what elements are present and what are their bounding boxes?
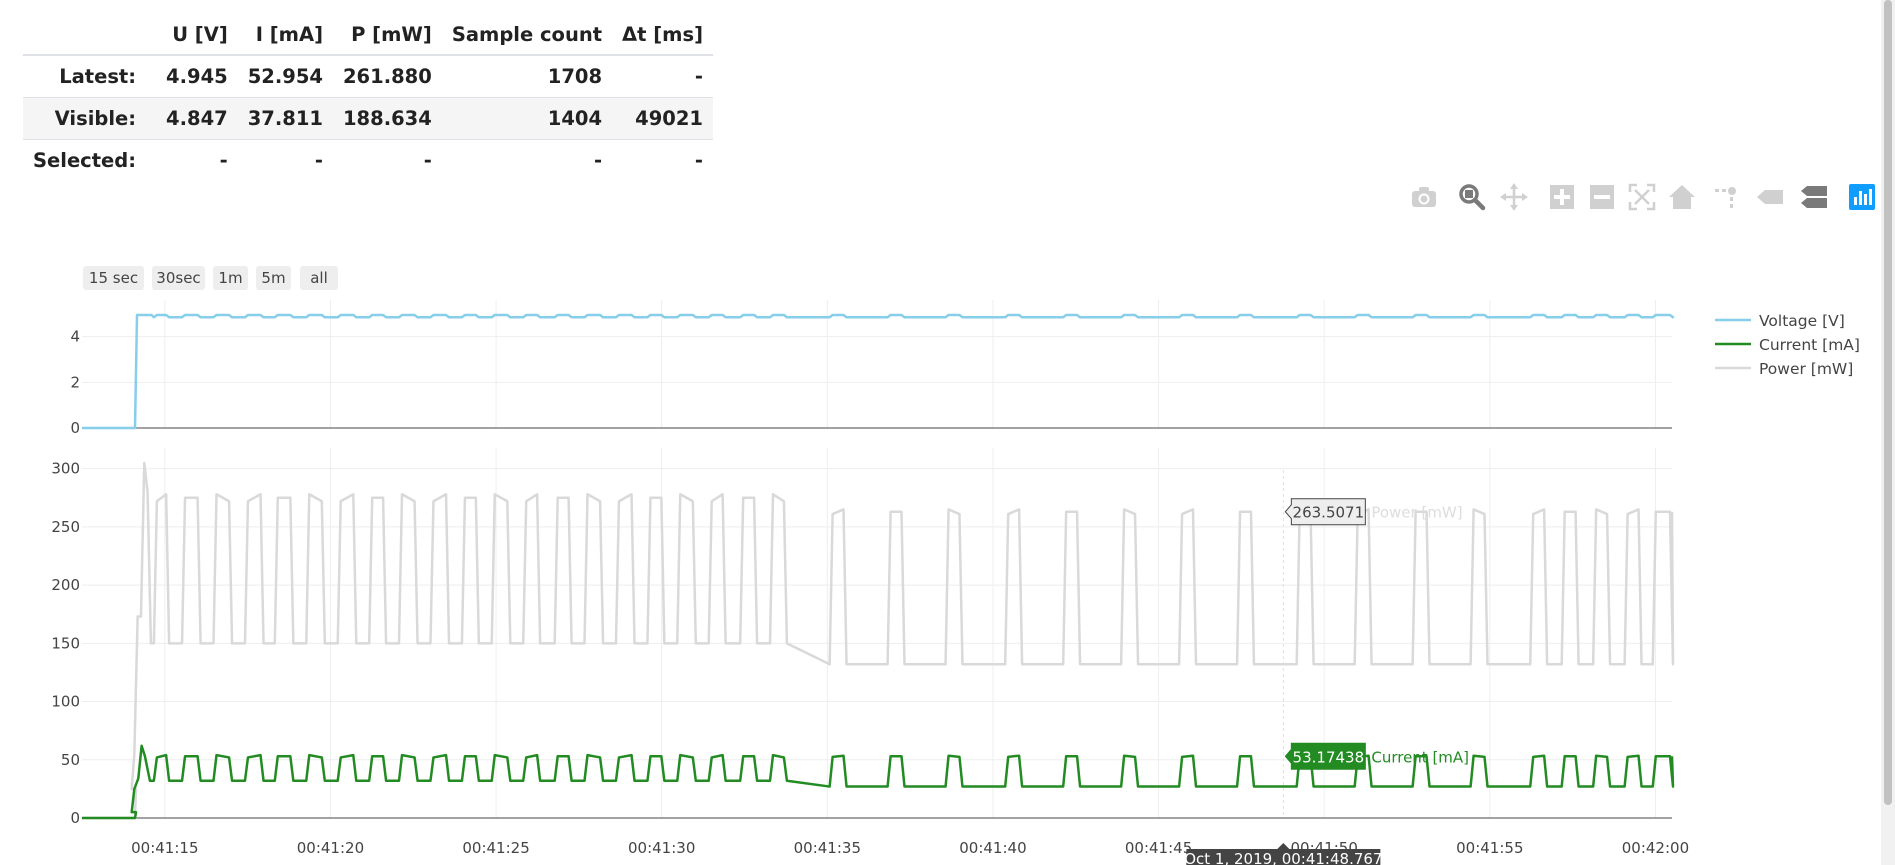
y-tick-label: 0 [70, 419, 80, 437]
x-tick-label: 00:41:35 [794, 839, 861, 857]
x-hover-pointer [1277, 843, 1290, 849]
legend-label: Voltage [V] [1759, 312, 1845, 330]
legend-label: Power [mW] [1759, 360, 1853, 378]
legend-label: Current [mA] [1759, 336, 1860, 354]
scrollbar-thumb[interactable] [1884, 0, 1892, 805]
x-tick-label: 00:41:15 [131, 839, 198, 857]
y-tick-label: 0 [70, 809, 80, 827]
current-hover-name: Current [mA] [1371, 748, 1469, 766]
y-tick-label: 300 [51, 460, 80, 478]
voltage-series-line [82, 313, 1675, 430]
y-tick-label: 100 [51, 693, 80, 711]
y-tick-label: 200 [51, 576, 80, 594]
page-scrollbar[interactable] [1881, 0, 1895, 865]
x-tick-label: 00:41:55 [1456, 839, 1523, 857]
series-layer [82, 313, 1675, 820]
current-hover-value: 53.17438 [1293, 748, 1365, 766]
power-monitor-chart[interactable]: 00:41:15 00:41:20 00:41:25 00:41:30 00:41:35… [0, 0, 1880, 865]
x-tick-label: 00:42:00 [1622, 839, 1689, 857]
x-hover-label: Oct 1, 2019, 00:41:48.767 [1184, 850, 1382, 865]
power-hover-name: Power [mW] [1371, 504, 1462, 522]
y-tick-label: 50 [61, 751, 80, 769]
y-tick-label: 150 [51, 634, 80, 652]
y-tick-label: 4 [70, 328, 80, 346]
y-tick-label: 250 [51, 518, 80, 536]
x-tick-label: 00:41:45 [1125, 839, 1192, 857]
x-tick-label: 00:41:20 [297, 839, 364, 857]
x-tick-label: 00:41:30 [628, 839, 695, 857]
x-tick-label: 00:41:25 [462, 839, 529, 857]
legend: Voltage [V] Current [mA] Power [mW] [1715, 312, 1860, 378]
y-tick-label: 2 [70, 373, 80, 391]
power-hover-value: 263.5071 [1293, 504, 1365, 522]
grid-layer [82, 300, 1672, 819]
axis-layer: 00:41:15 00:41:20 00:41:25 00:41:30 00:41:35… [51, 328, 1689, 857]
x-tick-label: 00:41:40 [959, 839, 1026, 857]
